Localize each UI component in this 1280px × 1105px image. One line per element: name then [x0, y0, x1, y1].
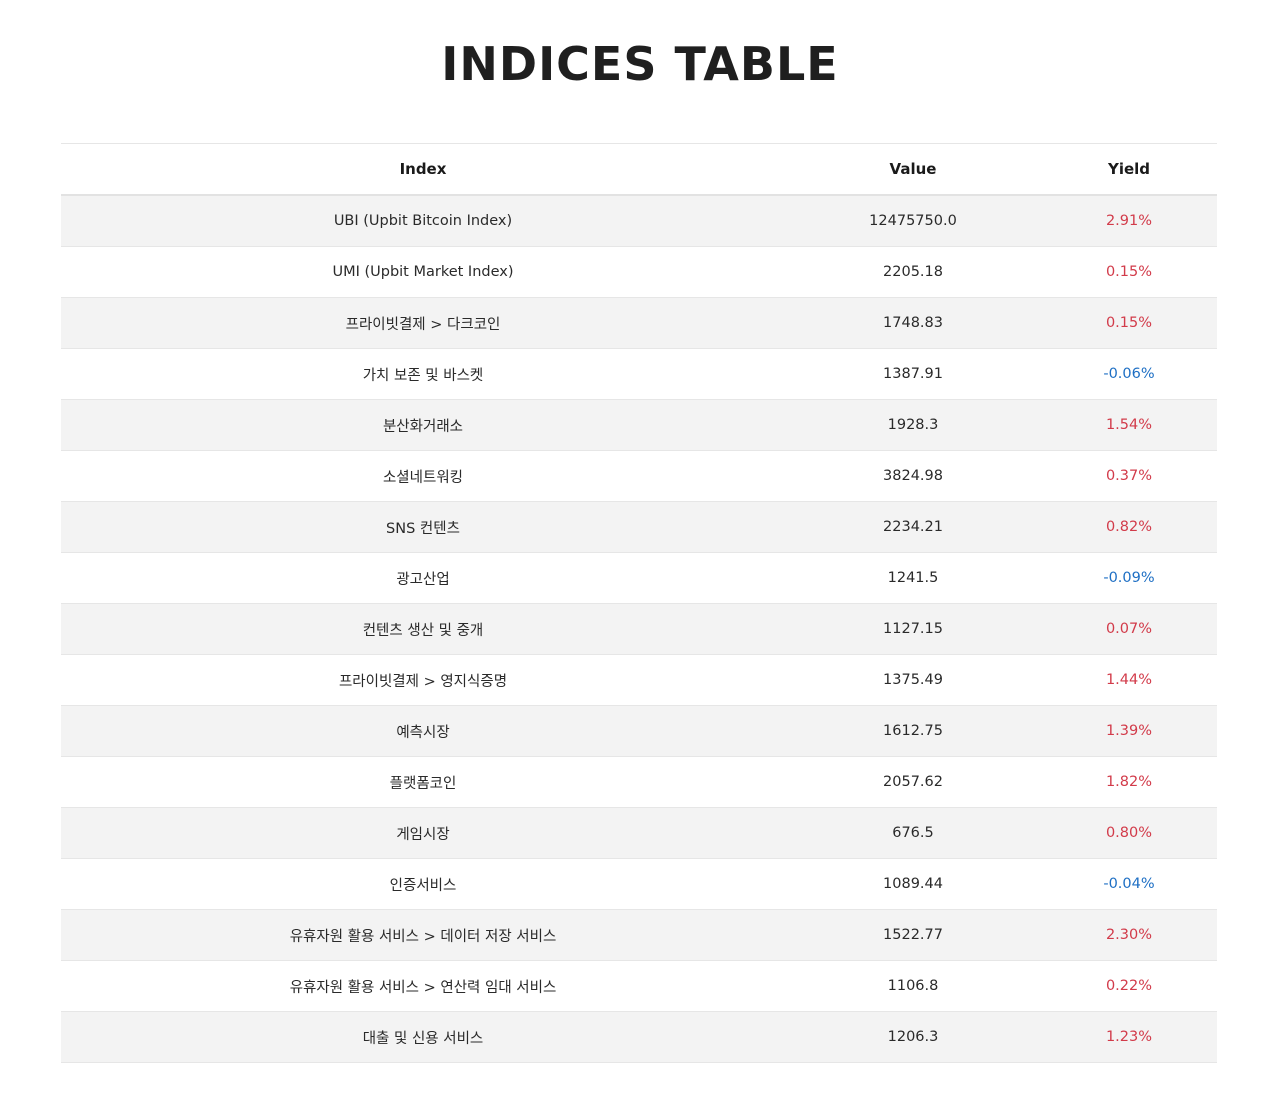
index-name-cell: UMI (Upbit Market Index) [61, 246, 785, 298]
index-name-cell: 대출 및 신용 서비스 [61, 1011, 785, 1063]
yield-cell: 0.22% [1041, 960, 1217, 1012]
index-name-cell: 분산화거래소 [61, 399, 785, 451]
yield-cell: 0.07% [1041, 603, 1217, 655]
yield-cell: 0.37% [1041, 450, 1217, 502]
table-row: 컨텐츠 생산 및 중개 1127.15 0.07% [61, 603, 1217, 655]
yield-cell: 2.91% [1041, 195, 1217, 247]
value-cell: 2205.18 [785, 246, 1041, 298]
yield-cell: 1.23% [1041, 1011, 1217, 1063]
yield-cell: -0.09% [1041, 552, 1217, 604]
table-row: 대출 및 신용 서비스 1206.3 1.23% [61, 1011, 1217, 1063]
table-row: 인증서비스 1089.44 -0.04% [61, 858, 1217, 910]
yield-cell: 1.54% [1041, 399, 1217, 451]
index-name-cell: SNS 컨텐츠 [61, 501, 785, 553]
indices-table-container: Index Value Yield UBI (Upbit Bitcoin Ind… [61, 143, 1217, 1063]
value-cell: 1928.3 [785, 399, 1041, 451]
value-cell: 1748.83 [785, 297, 1041, 349]
table-header: Index Value Yield [61, 143, 1217, 195]
index-name-cell: UBI (Upbit Bitcoin Index) [61, 195, 785, 247]
value-cell: 2057.62 [785, 756, 1041, 808]
index-name-cell: 예측시장 [61, 705, 785, 757]
index-name-cell: 유휴자원 활용 서비스 > 데이터 저장 서비스 [61, 909, 785, 961]
index-name-cell: 게임시장 [61, 807, 785, 859]
column-header-value: Value [889, 160, 937, 178]
yield-cell: 2.30% [1041, 909, 1217, 961]
table-row: 프라이빗결제 > 다크코인 1748.83 0.15% [61, 297, 1217, 349]
index-name-cell: 컨텐츠 생산 및 중개 [61, 603, 785, 655]
table-row: 광고산업 1241.5 -0.09% [61, 552, 1217, 604]
index-name-cell: 광고산업 [61, 552, 785, 604]
yield-cell: -0.06% [1041, 348, 1217, 400]
table-row: 분산화거래소 1928.3 1.54% [61, 399, 1217, 451]
value-cell: 1241.5 [785, 552, 1041, 604]
value-cell: 1206.3 [785, 1011, 1041, 1063]
index-name-cell: 소셜네트워킹 [61, 450, 785, 502]
index-name-cell: 인증서비스 [61, 858, 785, 910]
value-cell: 1375.49 [785, 654, 1041, 706]
table-row: 게임시장 676.5 0.80% [61, 807, 1217, 859]
index-name-cell: 유휴자원 활용 서비스 > 연산력 임대 서비스 [61, 960, 785, 1012]
table-header-row: Index Value Yield [61, 143, 1217, 195]
value-cell: 2234.21 [785, 501, 1041, 553]
indices-table: Index Value Yield UBI (Upbit Bitcoin Ind… [61, 143, 1217, 1063]
table-row: 유휴자원 활용 서비스 > 연산력 임대 서비스 1106.8 0.22% [61, 960, 1217, 1012]
value-cell: 1387.91 [785, 348, 1041, 400]
table-row: 소셜네트워킹 3824.98 0.37% [61, 450, 1217, 502]
index-name-cell: 프라이빗결제 > 영지식증명 [61, 654, 785, 706]
table-row: 플랫폼코인 2057.62 1.82% [61, 756, 1217, 808]
value-cell: 12475750.0 [785, 195, 1041, 247]
table-row: 예측시장 1612.75 1.39% [61, 705, 1217, 757]
table-row: 유휴자원 활용 서비스 > 데이터 저장 서비스 1522.77 2.30% [61, 909, 1217, 961]
yield-cell: 0.15% [1041, 297, 1217, 349]
index-name-cell: 프라이빗결제 > 다크코인 [61, 297, 785, 349]
table-row: SNS 컨텐츠 2234.21 0.82% [61, 501, 1217, 553]
column-header-yield: Yield [1107, 160, 1151, 178]
yield-cell: 1.44% [1041, 654, 1217, 706]
table-row: 프라이빗결제 > 영지식증명 1375.49 1.44% [61, 654, 1217, 706]
yield-cell: -0.04% [1041, 858, 1217, 910]
table-row: UBI (Upbit Bitcoin Index) 12475750.0 2.9… [61, 195, 1217, 247]
table-row: UMI (Upbit Market Index) 2205.18 0.15% [61, 246, 1217, 298]
value-cell: 1106.8 [785, 960, 1041, 1012]
table-body: UBI (Upbit Bitcoin Index) 12475750.0 2.9… [61, 195, 1217, 1063]
value-cell: 3824.98 [785, 450, 1041, 502]
yield-cell: 1.82% [1041, 756, 1217, 808]
value-cell: 1127.15 [785, 603, 1041, 655]
page-title: INDICES TABLE [441, 37, 839, 91]
column-header-index: Index [399, 160, 447, 178]
value-cell: 1612.75 [785, 705, 1041, 757]
table-row: 가치 보존 및 바스켓 1387.91 -0.06% [61, 348, 1217, 400]
yield-cell: 0.82% [1041, 501, 1217, 553]
yield-cell: 1.39% [1041, 705, 1217, 757]
value-cell: 1522.77 [785, 909, 1041, 961]
yield-cell: 0.15% [1041, 246, 1217, 298]
index-name-cell: 가치 보존 및 바스켓 [61, 348, 785, 400]
value-cell: 1089.44 [785, 858, 1041, 910]
yield-cell: 0.80% [1041, 807, 1217, 859]
value-cell: 676.5 [785, 807, 1041, 859]
index-name-cell: 플랫폼코인 [61, 756, 785, 808]
